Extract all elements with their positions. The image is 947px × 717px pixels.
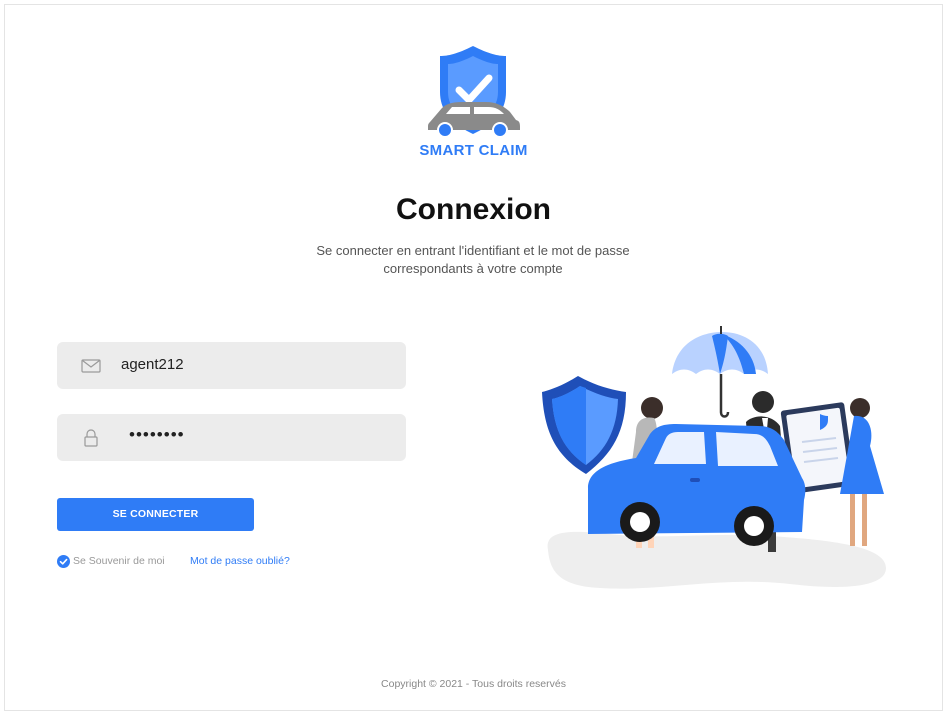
remember-me-label: Se Souvenir de moi xyxy=(73,555,165,567)
password-field[interactable]: •••••••• xyxy=(57,414,406,461)
email-value[interactable]: agent212 xyxy=(121,356,184,373)
brand-name: SMART CLAIM xyxy=(419,142,528,159)
checkmark-circle-icon[interactable] xyxy=(57,555,70,568)
page-subtitle: Se connecter en entrant l'identifiant et… xyxy=(316,243,630,276)
page-title: Connexion xyxy=(396,193,551,226)
lock-icon xyxy=(84,429,98,447)
envelope-icon xyxy=(81,359,101,373)
login-button[interactable]: SE CONNECTER xyxy=(57,498,254,531)
insurance-illustration xyxy=(542,326,886,589)
email-field[interactable]: agent212 xyxy=(57,342,406,389)
forgot-password-link[interactable]: Mot de passe oublié? xyxy=(190,555,290,567)
copyright-footer: Copyright © 2021 - Tous droits reservés xyxy=(381,678,566,690)
password-value[interactable]: •••••••• xyxy=(129,425,185,445)
